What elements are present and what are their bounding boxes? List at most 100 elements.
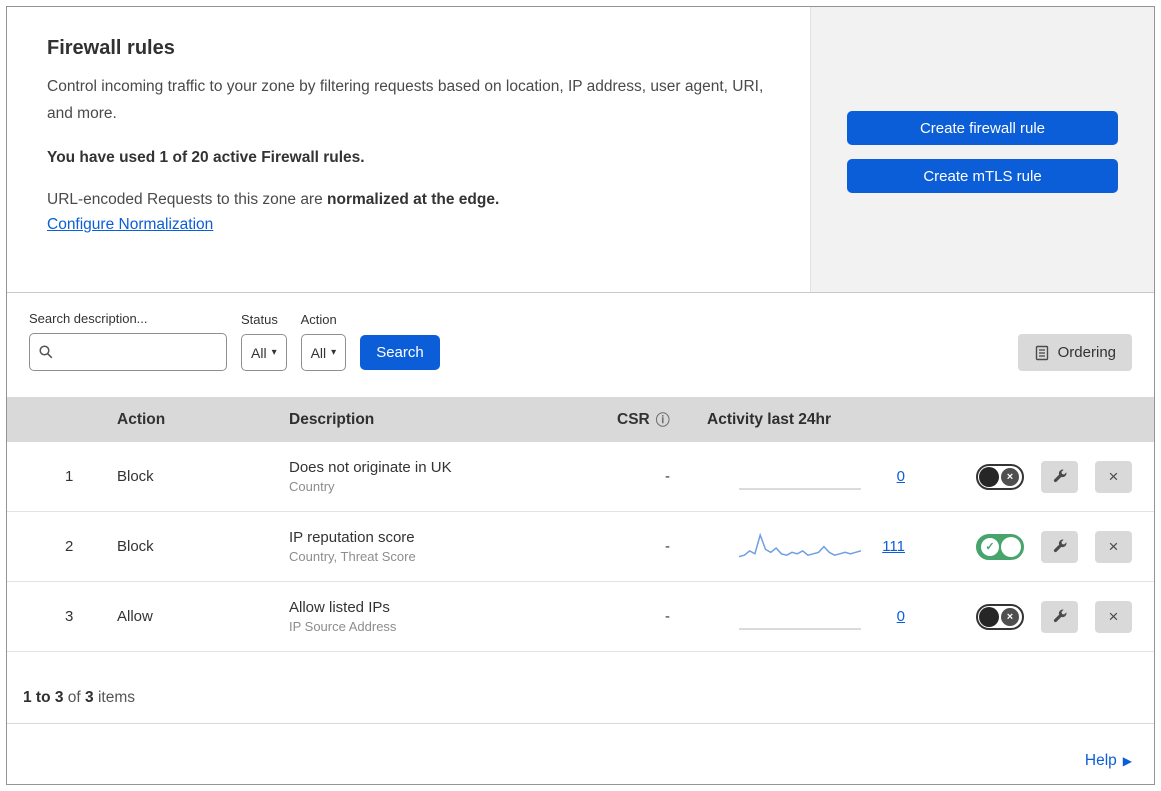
delete-rule-button[interactable]: × — [1095, 460, 1132, 493]
rule-csr: - — [665, 468, 670, 485]
help-label: Help — [1084, 752, 1117, 769]
toggle-knob — [1001, 536, 1021, 557]
header-content: Firewall rules Control incoming traffic … — [7, 7, 811, 292]
activity-column-header: Activity last 24hr — [707, 410, 832, 428]
action-column-header: Action — [117, 410, 166, 428]
close-icon: × — [1108, 536, 1119, 556]
filter-bar: Search description... Status All ▾ Actio… — [7, 293, 1154, 397]
rule-description-fields: Country, Threat Score — [289, 549, 416, 564]
toggle-state-icon: × — [1001, 607, 1019, 626]
activity-count-link[interactable]: 0 — [879, 468, 905, 485]
description-column-header: Description — [289, 410, 375, 428]
toggle-state-icon: × — [1001, 467, 1019, 486]
edit-rule-button[interactable] — [1041, 460, 1078, 493]
rule-action: Block — [117, 468, 154, 485]
rule-activity: 0 — [707, 460, 937, 494]
normalization-bold: normalized at the edge. — [327, 191, 500, 209]
help-row: Help ▶ — [7, 740, 1154, 784]
status-value: All — [251, 344, 267, 361]
rule-csr: - — [665, 608, 670, 625]
rule-description-title: Allow listed IPs — [289, 599, 390, 616]
status-select[interactable]: All ▾ — [241, 334, 287, 371]
action-select[interactable]: All ▾ — [300, 334, 347, 371]
enable-toggle[interactable]: × — [976, 603, 1024, 630]
normalization-text: URL-encoded Requests to this zone are — [47, 191, 328, 209]
header-card: Firewall rules Control incoming traffic … — [7, 7, 1154, 293]
page-description: Control incoming traffic to your zone by… — [47, 78, 764, 122]
wrench-icon — [1051, 608, 1068, 625]
ordering-label: Ordering — [1057, 344, 1116, 361]
rule-activity: 0 — [707, 600, 937, 634]
rule-controls: ✓ × — [937, 530, 1154, 563]
info-icon[interactable]: ⓘ — [656, 410, 670, 430]
rule-action: Block — [117, 538, 154, 555]
search-icon — [38, 344, 54, 360]
status-label: Status — [241, 312, 278, 327]
create-firewall-rule-button[interactable]: Create firewall rule — [847, 111, 1118, 145]
pagination-total: 3 — [85, 689, 94, 706]
list-icon — [1034, 345, 1050, 361]
create-mtls-rule-button[interactable]: Create mTLS rule — [847, 159, 1118, 193]
wrench-icon — [1051, 538, 1068, 555]
activity-count-link[interactable]: 0 — [879, 608, 905, 625]
rule-csr: - — [665, 538, 670, 555]
rule-priority: 2 — [65, 538, 74, 555]
action-label: Action — [300, 312, 337, 327]
activity-sparkline — [738, 530, 862, 564]
chevron-down-icon: ▾ — [331, 347, 337, 358]
toggle-knob — [979, 606, 999, 627]
pagination-items: items — [97, 689, 136, 706]
table-row: 1 Block Does not originate in UK Country… — [7, 442, 1154, 512]
search-box — [29, 333, 227, 371]
rule-priority: 3 — [65, 608, 74, 625]
help-link[interactable]: Help ▶ — [1085, 752, 1132, 770]
delete-rule-button[interactable]: × — [1095, 600, 1132, 633]
rule-priority: 1 — [65, 468, 74, 485]
edit-rule-button[interactable] — [1041, 600, 1078, 633]
enable-toggle[interactable]: × — [976, 463, 1024, 490]
rule-description: Does not originate in UK Country — [289, 459, 617, 494]
actions-panel: Create firewall rule Create mTLS rule — [811, 7, 1154, 292]
rule-activity: 111 — [707, 530, 937, 564]
chevron-down-icon: ▾ — [271, 347, 277, 358]
action-value: All — [310, 344, 327, 361]
wrench-icon — [1051, 468, 1068, 485]
rule-controls: × × — [937, 460, 1154, 493]
usage-summary: You have used 1 of 20 active Firewall ru… — [47, 149, 365, 167]
arrow-right-icon: ▶ — [1122, 754, 1132, 768]
search-field: Search description... — [29, 311, 227, 371]
search-label: Search description... — [29, 311, 148, 326]
rule-description-title: Does not originate in UK — [289, 459, 452, 476]
rule-description-title: IP reputation score — [289, 529, 415, 546]
configure-normalization-link[interactable]: Configure Normalization — [47, 216, 213, 234]
search-button[interactable]: Search — [360, 335, 440, 370]
rule-action: Allow — [117, 608, 153, 625]
edit-rule-button[interactable] — [1041, 530, 1078, 563]
activity-count-link[interactable]: 111 — [879, 538, 905, 555]
close-icon: × — [1108, 466, 1119, 486]
activity-sparkline — [739, 600, 861, 634]
close-icon: × — [1108, 606, 1119, 626]
pagination-summary: 1 to 3 of 3 items — [7, 652, 1154, 724]
rule-description: Allow listed IPs IP Source Address — [289, 599, 617, 634]
ordering-button[interactable]: Ordering — [1017, 334, 1132, 371]
pagination-range: 1 to 3 — [23, 689, 64, 706]
firewall-rules-page: Firewall rules Control incoming traffic … — [6, 6, 1155, 785]
enable-toggle[interactable]: ✓ — [976, 533, 1024, 560]
action-filter: Action All ▾ — [300, 312, 347, 371]
rules-table: Action Description CSR ⓘ Activity last 2… — [7, 397, 1154, 652]
toggle-knob — [979, 466, 999, 487]
rule-description-fields: Country — [289, 479, 335, 494]
rule-description-fields: IP Source Address — [289, 619, 397, 634]
status-filter: Status All ▾ — [241, 312, 287, 371]
pagination-of: of — [67, 689, 81, 706]
search-input[interactable] — [54, 343, 218, 361]
rule-controls: × × — [937, 600, 1154, 633]
rule-description: IP reputation score Country, Threat Scor… — [289, 529, 617, 564]
csr-label: CSR — [617, 410, 650, 428]
delete-rule-button[interactable]: × — [1095, 530, 1132, 563]
toggle-state-icon: ✓ — [981, 537, 999, 556]
csr-column-header: CSR ⓘ — [617, 410, 707, 430]
table-row: 3 Allow Allow listed IPs IP Source Addre… — [7, 582, 1154, 652]
table-header-row: Action Description CSR ⓘ Activity last 2… — [7, 397, 1154, 442]
